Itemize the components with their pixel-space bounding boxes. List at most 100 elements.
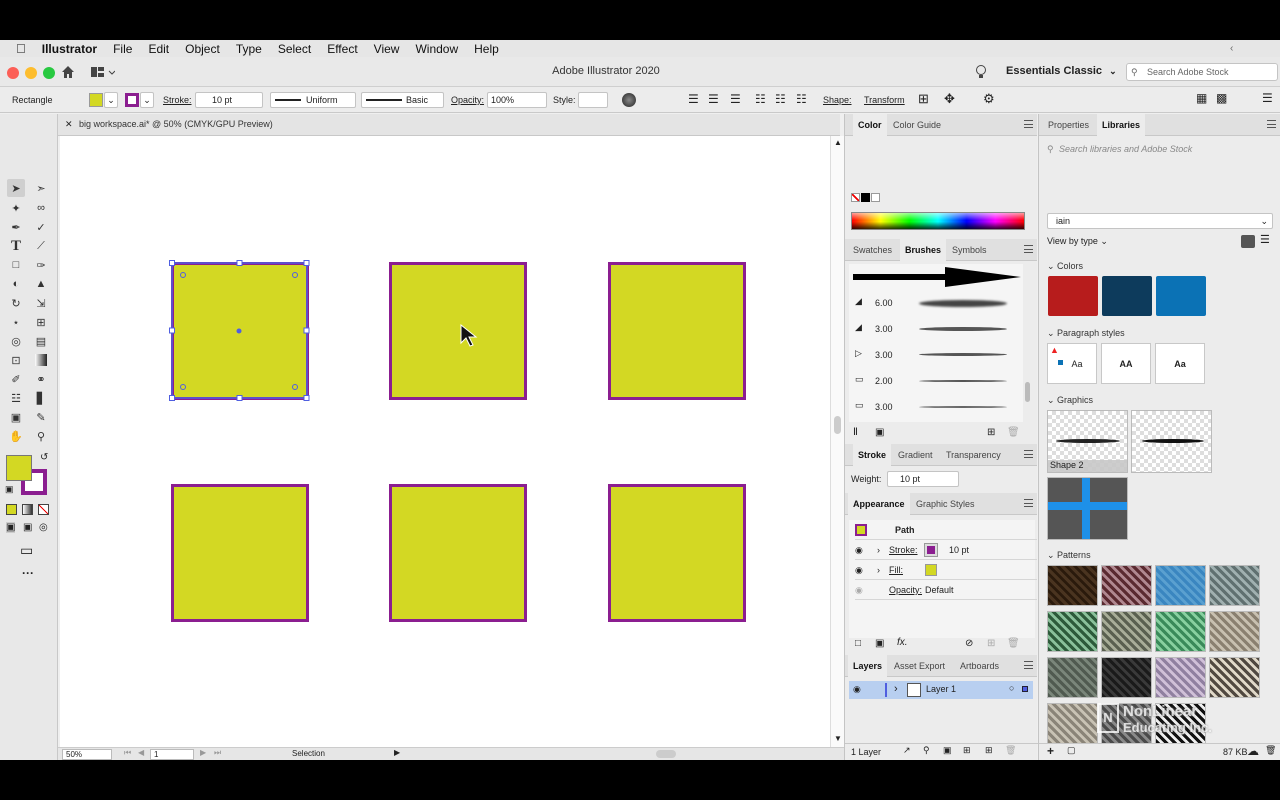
tab-layers[interactable]: Layers <box>848 655 888 677</box>
panel-menu-icon[interactable] <box>1024 661 1033 669</box>
puppet-warp-icon[interactable]: ✥ <box>944 91 955 107</box>
draw-behind-icon[interactable]: ▣ <box>23 522 32 533</box>
align-top-icon[interactable]: ☷ <box>755 92 766 106</box>
swap-fill-stroke-icon[interactable]: ↺ <box>40 452 48 463</box>
lasso-icon[interactable]: ∞ <box>32 199 50 217</box>
layer-row[interactable]: ◉ › Layer 1 ○ <box>849 681 1033 699</box>
zoom-level-input[interactable]: 50% <box>62 749 112 760</box>
draw-normal-icon[interactable]: ▣ <box>6 522 16 533</box>
library-search-input[interactable]: ⚲ Search libraries and Adobe Stock <box>1047 141 1275 157</box>
tab-stroke[interactable]: Stroke <box>853 444 892 466</box>
graphics-section-header[interactable]: ⌄ Graphics <box>1047 395 1093 406</box>
brush-scrollbar-thumb[interactable] <box>1025 382 1030 402</box>
artboard-tool-icon[interactable]: ▣ <box>7 408 25 426</box>
expand-arrow-icon[interactable]: › <box>877 540 880 560</box>
add-fill-icon[interactable]: ▣ <box>875 638 884 649</box>
close-tab-icon[interactable]: ✕ <box>65 119 73 130</box>
grid-view-icon[interactable] <box>1241 235 1255 248</box>
opacity-label[interactable]: Opacity: <box>451 92 484 108</box>
panel-menu-icon[interactable] <box>1024 245 1033 253</box>
brush-row[interactable]: ▭ 3.00 <box>853 398 1023 420</box>
menu-type[interactable]: Type <box>228 42 270 56</box>
type-tool-icon[interactable]: T <box>7 237 25 255</box>
tab-appearance[interactable]: Appearance <box>848 493 910 515</box>
scroll-thumb[interactable] <box>834 416 841 434</box>
direct-selection-tool-icon[interactable]: ➣ <box>32 179 50 197</box>
paintbrush-icon[interactable]: ✑ <box>32 256 50 274</box>
hand-tool-icon[interactable]: ✋ <box>7 427 25 445</box>
black-color-chip[interactable] <box>861 193 870 202</box>
appearance-opacity-row[interactable]: ◉ Opacity: Default <box>855 580 1037 600</box>
brush-row[interactable]: ▭ 2.00 <box>853 372 1023 394</box>
pattern-tile[interactable] <box>1047 703 1098 744</box>
variable-width-profile[interactable]: Uniform <box>270 92 356 108</box>
library-color-swatch[interactable] <box>1156 276 1206 316</box>
pattern-tile[interactable] <box>1047 657 1098 698</box>
stroke-weight-field[interactable]: 10 pt <box>887 471 959 487</box>
pattern-tile[interactable] <box>1155 657 1206 698</box>
graphic-tile[interactable] <box>1047 477 1128 540</box>
selection-tool-icon[interactable]: ➤ <box>7 179 25 197</box>
align-center-icon[interactable]: ☰ <box>708 92 719 106</box>
menu-window[interactable]: Window <box>407 42 466 56</box>
tab-gradient[interactable]: Gradient <box>893 444 938 466</box>
paragraph-style-tile[interactable]: Aa <box>1155 343 1205 384</box>
free-transform-icon[interactable]: ⊞ <box>32 313 50 331</box>
scroll-up-icon[interactable]: ▲ <box>834 138 842 147</box>
tab-transparency[interactable]: Transparency <box>941 444 1006 466</box>
brush-libraries-icon[interactable]: Ⅱ <box>853 427 858 438</box>
tab-asset-export[interactable]: Asset Export <box>889 655 950 677</box>
paragraph-style-tile[interactable]: AA <box>1101 343 1151 384</box>
shaper-tool-icon[interactable]: ◐ <box>7 275 25 293</box>
lightbulb-icon[interactable] <box>975 64 987 80</box>
menu-file[interactable]: File <box>105 42 140 56</box>
pattern-tile[interactable] <box>1209 611 1260 652</box>
eraser-icon[interactable]: ▲ <box>32 275 50 293</box>
next-artboard-icon[interactable]: ▶ <box>200 748 206 757</box>
folder-icon[interactable]: ▢ <box>1067 745 1076 756</box>
status-text[interactable]: Selection <box>292 749 325 758</box>
fill-swatch[interactable] <box>89 93 103 107</box>
scroll-down-icon[interactable]: ▼ <box>834 734 842 743</box>
tab-libraries[interactable]: Libraries <box>1097 114 1146 136</box>
width-tool-icon[interactable]: ⋆ <box>7 313 25 331</box>
rotate-tool-icon[interactable]: ↻ <box>7 294 25 312</box>
stock-search-input[interactable]: ⚲ Search Adobe Stock <box>1126 63 1278 81</box>
expand-arrow-icon[interactable]: › <box>877 560 880 580</box>
brush-row[interactable]: ▷ 3.00 <box>853 346 1023 368</box>
clipping-mask-icon[interactable]: ▣ <box>943 745 952 756</box>
tab-color[interactable]: Color <box>853 114 887 136</box>
apple-icon[interactable]:  <box>0 41 34 56</box>
isolate-icon[interactable]: ⊞ <box>918 91 929 107</box>
perspective-grid-icon[interactable]: ▤ <box>32 332 50 350</box>
duplicate-item-icon[interactable]: ⊞ <box>987 638 995 649</box>
graphic-tile[interactable]: Shape 2 <box>1047 410 1128 473</box>
fill-dropdown[interactable]: ⌄ <box>104 92 118 108</box>
add-stroke-icon[interactable]: □ <box>855 638 861 649</box>
slice-tool-icon[interactable]: ✎ <box>32 408 50 426</box>
appearance-stroke-label[interactable]: Stroke: <box>889 540 918 560</box>
prev-artboard-icon[interactable]: ◀ <box>138 748 144 757</box>
selected-art-indicator[interactable] <box>1022 686 1028 692</box>
panel-menu-icon[interactable] <box>1267 120 1276 128</box>
color-spectrum[interactable] <box>851 212 1025 230</box>
panel-arrange-icon[interactable]: ▦ <box>1196 91 1207 105</box>
shape-builder-icon[interactable]: ◎ <box>7 332 25 350</box>
tab-artboards[interactable]: Artboards <box>955 655 1004 677</box>
pattern-tile[interactable] <box>1101 565 1152 606</box>
view-by-type-dropdown[interactable]: View by type ⌄ <box>1047 236 1108 247</box>
delete-brush-icon[interactable]: 🗑 <box>1007 427 1020 438</box>
align-middle-icon[interactable]: ☷ <box>775 92 786 106</box>
first-artboard-icon[interactable]: ⏮ <box>124 748 131 758</box>
document-tab[interactable]: ✕ big workspace.ai* @ 50% (CMYK/GPU Prev… <box>58 114 840 136</box>
target-icon[interactable]: ○ <box>1009 683 1014 693</box>
panel-menu-icon[interactable] <box>1024 120 1033 128</box>
default-colors-icon[interactable]: ▣ <box>5 484 14 495</box>
appearance-opacity-label[interactable]: Opacity: <box>889 580 922 600</box>
delete-library-icon[interactable]: 🗑 <box>1265 745 1276 756</box>
eye-icon[interactable]: ◉ <box>855 540 863 560</box>
pattern-tile[interactable] <box>1209 565 1260 606</box>
pen-tool-icon[interactable]: ✒ <box>7 218 25 236</box>
align-bottom-icon[interactable]: ☷ <box>796 92 807 106</box>
menu-view[interactable]: View <box>366 42 408 56</box>
